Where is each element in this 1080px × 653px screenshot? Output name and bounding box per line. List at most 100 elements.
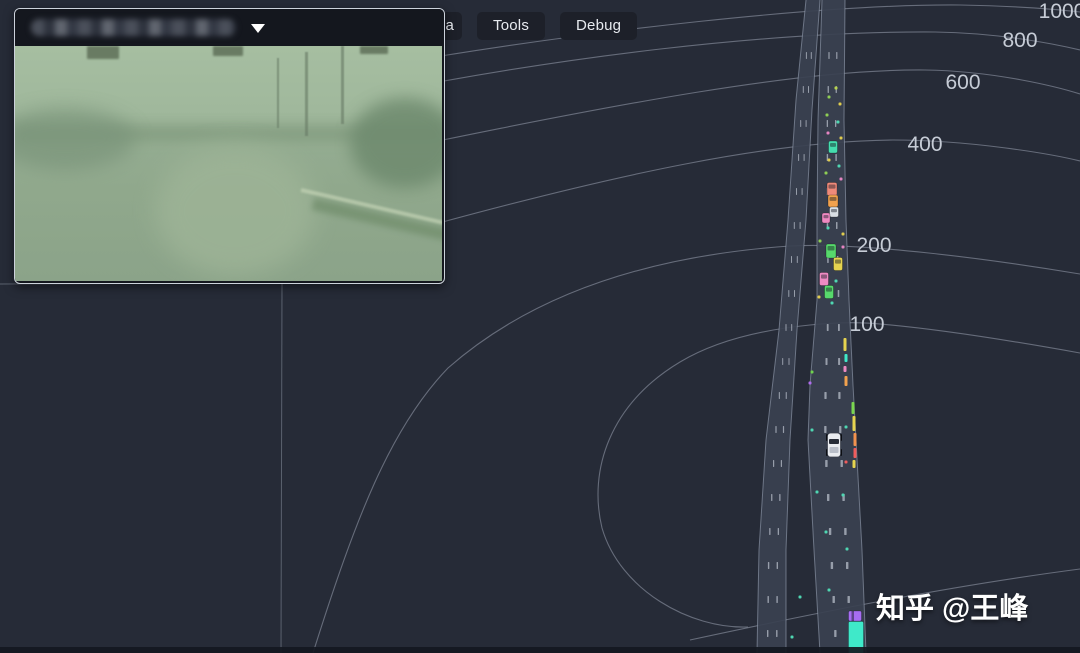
detection-dot[interactable]	[826, 114, 829, 117]
light-pole	[341, 46, 344, 124]
lane-dash	[828, 52, 829, 59]
detection-dot[interactable]	[846, 548, 849, 551]
lane-dash	[838, 290, 840, 297]
detected-vehicle[interactable]	[822, 213, 830, 223]
lane-dash	[776, 630, 777, 637]
detection-dot[interactable]	[842, 494, 845, 497]
road-haze	[155, 146, 315, 276]
detected-vehicle[interactable]	[828, 195, 838, 207]
detection-dot[interactable]	[842, 246, 845, 249]
detection-dot[interactable]	[828, 589, 831, 592]
lane-dash	[771, 494, 772, 501]
detection-dot[interactable]	[809, 382, 812, 385]
lane-dash	[781, 460, 782, 467]
camera-title-redacted	[31, 19, 236, 36]
detection-dot[interactable]	[838, 165, 841, 168]
ego-vehicle[interactable]	[826, 433, 842, 457]
lane-dash	[791, 324, 792, 331]
detected-vehicle[interactable]	[834, 258, 843, 271]
roadside-trees-right	[350, 98, 442, 188]
lane-dash	[827, 120, 828, 127]
lane-dash	[828, 86, 829, 93]
overhead-sign	[213, 46, 243, 56]
lane-dash	[803, 86, 804, 93]
lane-dash	[838, 358, 840, 365]
lane-dash	[779, 494, 780, 501]
boundary-detection-strip	[845, 376, 848, 386]
lane-dash	[846, 562, 848, 569]
lane-dash	[839, 426, 841, 433]
grid-line-vertical	[281, 283, 282, 653]
lane-dash	[773, 460, 774, 467]
lane-dash	[824, 426, 826, 433]
detection-dot[interactable]	[811, 371, 814, 374]
range-label: 1000	[1039, 0, 1080, 23]
camera-feed-panel[interactable]	[14, 8, 445, 284]
camera-panel-header[interactable]	[15, 9, 444, 46]
lane-dash	[824, 392, 826, 399]
detection-dot[interactable]	[831, 302, 834, 305]
lane-dash	[789, 358, 790, 365]
lane-dash	[783, 426, 784, 433]
range-label: 600	[945, 71, 980, 94]
detection-dot[interactable]	[839, 103, 842, 106]
lane-dash	[777, 562, 778, 569]
light-pole	[277, 58, 279, 128]
bottom-letterbox	[0, 647, 1080, 653]
detected-vehicle[interactable]	[829, 141, 838, 153]
boundary-detection-strip	[854, 448, 857, 458]
range-label: 400	[907, 133, 942, 156]
lane-dash	[841, 460, 843, 467]
lane-dash	[794, 290, 795, 297]
detected-vehicle[interactable]	[827, 183, 837, 196]
detection-dot[interactable]	[840, 137, 843, 140]
tab-tools[interactable]: Tools	[477, 12, 545, 40]
lane-dash	[779, 392, 780, 399]
detection-dot[interactable]	[835, 87, 838, 90]
lane-dash	[826, 358, 828, 365]
detected-vehicle[interactable]	[820, 273, 829, 286]
range-label: 200	[856, 234, 891, 257]
detected-vehicle[interactable]	[825, 286, 834, 299]
boundary-detection-strip	[854, 433, 857, 446]
detection-dot[interactable]	[825, 531, 828, 534]
detection-dot[interactable]	[837, 121, 840, 124]
lane-dash	[796, 188, 797, 195]
lane-dash	[827, 494, 829, 501]
detection-dot[interactable]	[811, 429, 814, 432]
boundary-detection-strip	[844, 366, 847, 372]
detection-dot[interactable]	[818, 296, 821, 299]
detection-dot[interactable]	[840, 178, 843, 181]
detection-dot[interactable]	[825, 172, 828, 175]
lane-dash	[798, 154, 799, 161]
detection-dot[interactable]	[799, 596, 802, 599]
detected-vehicle[interactable]	[830, 207, 839, 217]
chevron-down-icon[interactable]	[251, 24, 265, 33]
camera-image	[15, 46, 442, 281]
detection-dot[interactable]	[845, 461, 848, 464]
lane-dash	[797, 256, 798, 263]
range-ring	[360, 140, 1080, 245]
detection-dot[interactable]	[791, 636, 794, 639]
lane-dash	[808, 86, 809, 93]
detection-dot[interactable]	[828, 96, 831, 99]
detection-dot[interactable]	[828, 159, 831, 162]
lane-dash	[804, 154, 805, 161]
lane-dash	[768, 596, 769, 603]
detection-dot[interactable]	[845, 426, 848, 429]
detection-dot[interactable]	[835, 280, 838, 283]
lane-dash	[776, 596, 777, 603]
lane-dash	[836, 52, 837, 59]
lane-dash	[811, 52, 812, 59]
watermark-text: 知乎 @王峰	[876, 585, 1028, 627]
detection-dot[interactable]	[842, 233, 845, 236]
tab-debug[interactable]: Debug	[560, 12, 637, 40]
detection-dot[interactable]	[827, 132, 830, 135]
detection-dot[interactable]	[816, 491, 819, 494]
detection-dot[interactable]	[819, 240, 822, 243]
lane-dash	[833, 596, 835, 603]
overhead-sign	[360, 46, 388, 54]
roadside-trees-left	[15, 108, 135, 170]
detection-dot[interactable]	[827, 227, 830, 230]
detected-vehicle[interactable]	[826, 244, 836, 258]
